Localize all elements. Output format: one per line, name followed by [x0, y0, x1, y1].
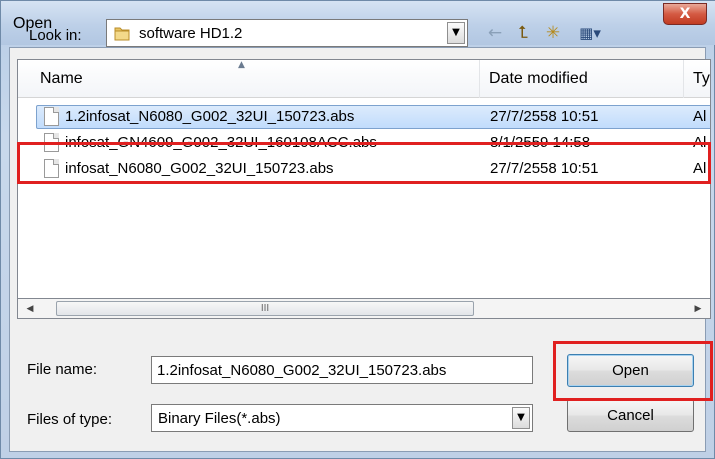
horizontal-scrollbar[interactable]: ◀ III ▶: [17, 299, 711, 319]
scroll-right-icon[interactable]: ▶: [690, 301, 706, 317]
scroll-left-icon[interactable]: ◀: [22, 301, 38, 317]
highlight-annotation-open-button: [553, 341, 713, 401]
column-type[interactable]: Ty: [693, 70, 710, 88]
new-folder-icon[interactable]: ✳: [541, 21, 565, 45]
column-date-modified[interactable]: Date modified: [489, 70, 588, 88]
close-button[interactable]: X: [663, 3, 707, 25]
close-icon: X: [679, 6, 691, 22]
file-name-input[interactable]: [151, 356, 533, 384]
column-divider[interactable]: [479, 60, 480, 98]
view-menu-icon[interactable]: ▦▾: [573, 21, 607, 45]
file-name-label: File name:: [27, 361, 98, 378]
file-type-dropdown[interactable]: Binary Files(*.abs) ▼: [151, 404, 533, 432]
chevron-down-icon[interactable]: ▼: [512, 407, 530, 429]
column-header-bar: ▲ Name Date modified Ty: [18, 60, 710, 98]
file-type-value: Binary Files(*.abs): [158, 410, 281, 427]
look-in-label: Look in:: [29, 27, 82, 44]
file-name-cell: 1.2infosat_N6080_G002_32UI_150723.abs: [65, 108, 355, 125]
back-arrow-icon[interactable]: ←: [483, 21, 507, 45]
sort-ascending-icon: ▲: [238, 60, 245, 70]
up-folder-icon[interactable]: ⮤: [511, 21, 535, 45]
column-divider[interactable]: [683, 60, 684, 98]
grip-icon: III: [260, 303, 270, 314]
look-in-value: software HD1.2: [139, 25, 243, 42]
open-dialog: Open X Look in: software HD1.2 ▼ ← ⮤ ✳ ▦…: [0, 0, 715, 459]
scrollbar-thumb[interactable]: III: [56, 301, 474, 316]
cancel-button[interactable]: Cancel: [567, 399, 694, 432]
file-date-cell: 27/7/2558 10:51: [490, 108, 599, 125]
folder-icon: [114, 27, 130, 41]
file-icon: [44, 107, 59, 126]
column-name[interactable]: Name: [40, 70, 83, 88]
highlight-annotation-selected-file: [17, 142, 711, 184]
look-in-dropdown[interactable]: software HD1.2 ▼: [106, 19, 468, 47]
file-type-label: Files of type:: [27, 411, 113, 428]
file-type-cell: Al: [693, 108, 707, 125]
file-row[interactable]: 1.2infosat_N6080_G002_32UI_150723.abs 27…: [18, 104, 710, 130]
chevron-down-icon[interactable]: ▼: [447, 22, 465, 44]
